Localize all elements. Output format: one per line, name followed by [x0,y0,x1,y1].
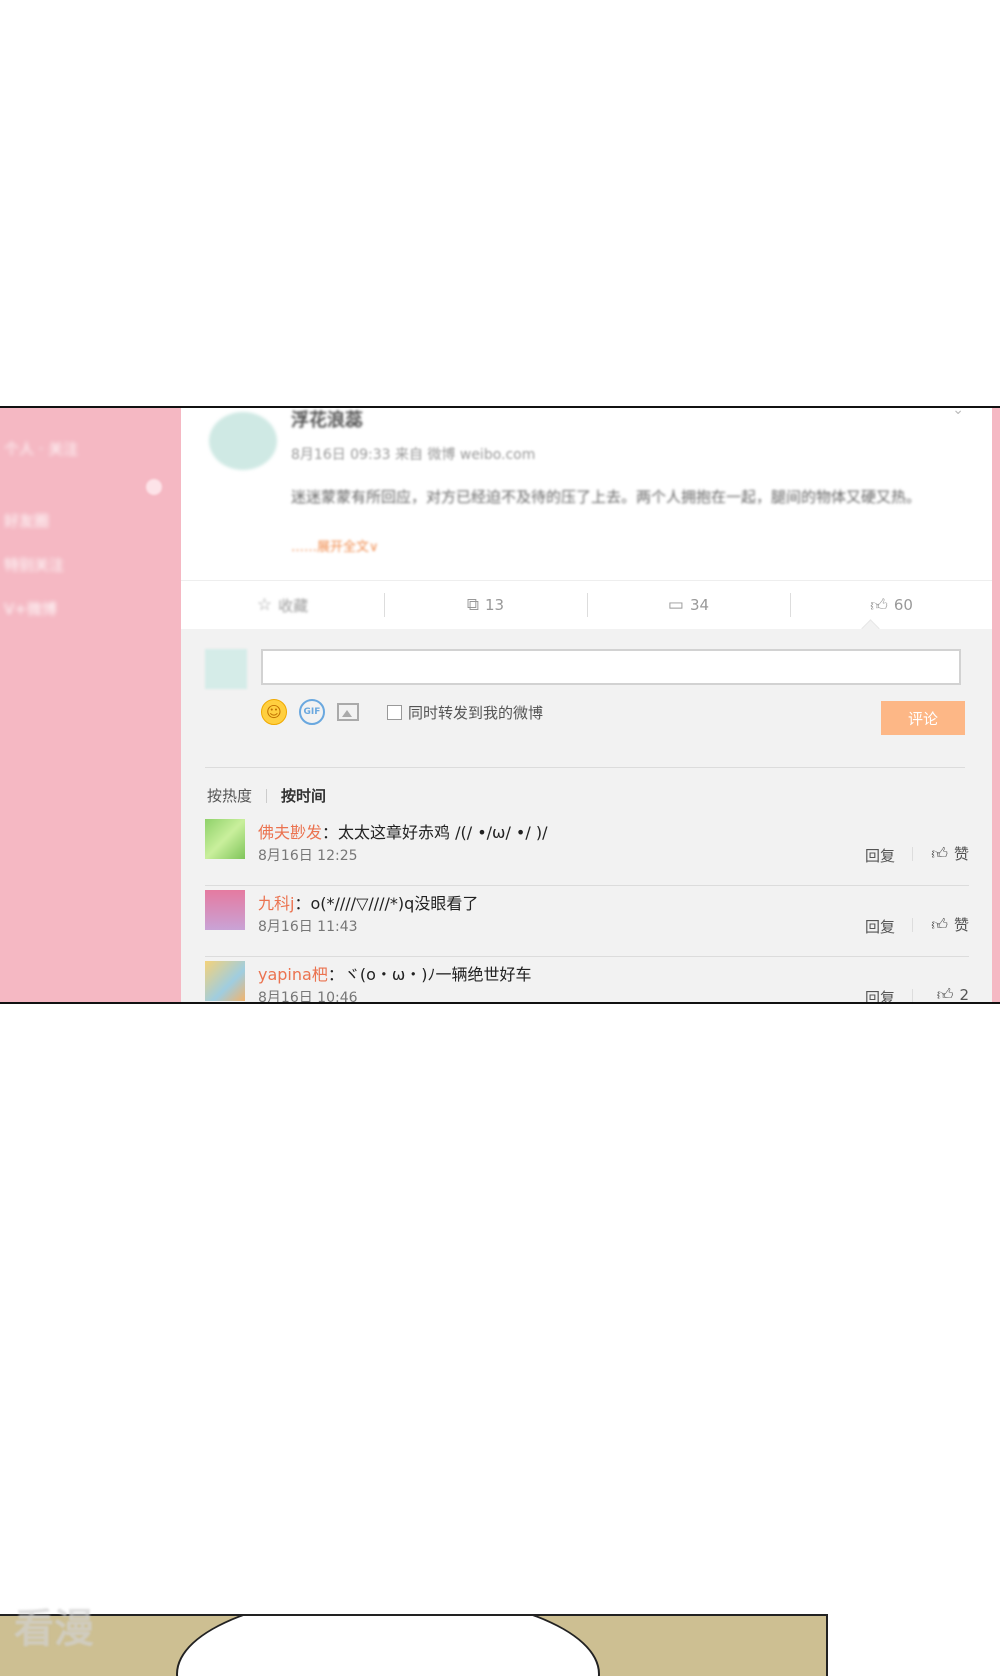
comment-item: yapina杷：ヾ(o・ω・)ﾉ一辆绝世好车 8月16日 10:46 回复 👍︎… [205,957,969,1004]
right-strip [992,408,1000,1002]
sidebar-dot [146,479,162,495]
author-avatar[interactable] [209,412,277,470]
like-label: 赞 [953,845,969,863]
thumbs-up-icon: 👍︎ [931,844,948,863]
comment-icon: ▭ [667,595,684,615]
sidebar-item-follow[interactable]: 个人 · 关注 [4,438,78,459]
composer-tools: ☺ GIF 同时转发到我的微博 [261,697,543,727]
avatar[interactable] [205,961,245,1001]
emoji-icon[interactable]: ☺ [261,699,287,725]
post-body: 迷迷蒙蒙有所回应，对方已经迫不及待的压了上去。两个人拥抱在一起，腿间的物体又硬又… [291,488,922,506]
speech-bubble [176,1616,600,1676]
expand-link[interactable]: ……展开全文∨ [291,536,379,555]
image-icon[interactable] [337,703,359,721]
post-meta: 8月16日 09:33 来自 微博 weibo.com [291,447,536,463]
like-comment-button[interactable]: 👍︎ 2 [936,985,969,1004]
like-label: 赞 [953,916,969,934]
divider [912,918,913,932]
like-comment-button[interactable]: 👍︎ 赞 [931,914,969,935]
like-count: 60 [893,596,913,614]
favorite-button[interactable]: ☆ 收藏 [181,581,384,629]
comment-body: 太太这章好赤鸡 /(/ •/ω/ •/ )/ [338,823,548,842]
avatar[interactable] [205,819,245,859]
weibo-screenshot-panel: 个人 · 关注 好友圈 特别关注 V+微博 浮花浪蕊 8月16日 09:33 来… [0,406,1000,1004]
reply-button[interactable]: 回复 [865,845,895,866]
thumbs-up-icon: 👍︎ [931,915,948,934]
star-icon: ☆ [256,595,273,615]
gif-icon[interactable]: GIF [299,699,325,725]
repost-button[interactable]: ⧉ 13 [384,581,587,629]
thumbs-up-icon: 👍︎ [936,985,954,1004]
divider [266,788,268,803]
weibo-post: 浮花浪蕊 8月16日 09:33 来自 微博 weibo.com 迷迷蒙蒙有所回… [181,408,992,580]
repost-count: 13 [485,596,505,614]
comment-body: o(*////▽////*)q没眼看了 [310,894,479,913]
sync-repost-label: 同时转发到我的微博 [408,703,544,722]
divider [912,989,913,1002]
comment-username[interactable]: 佛夫尠发 [258,823,322,842]
watermark: 看漫 [14,1606,94,1652]
sync-repost-checkbox[interactable] [387,704,402,720]
divider [205,767,965,768]
sort-tabs: 按热度 按时间 [207,785,326,806]
avatar [205,649,247,689]
comment-item: 佛夫尠发：太太这章好赤鸡 /(/ •/ω/ •/ )/ 8月16日 12:25 … [205,815,969,886]
comment-username[interactable]: yapina杷 [258,965,328,984]
comic-panel-bottom [0,1614,828,1676]
sort-by-hot-tab[interactable]: 按热度 [207,785,252,806]
reply-button[interactable]: 回复 [865,987,895,1002]
comment-count: 34 [689,596,710,614]
sidebar-item-special[interactable]: 特别关注 [4,554,64,575]
sidebar-item-friends[interactable]: 好友圈 [4,510,49,531]
comment-time: 8月16日 10:46 [258,990,358,1004]
comment-body: ヾ(o・ω・)ﾉ一辆绝世好车 [343,965,532,984]
submit-comment-button[interactable]: 评论 [881,701,965,735]
comment-item: 九科j：o(*////▽////*)q没眼看了 8月16日 11:43 回复 👍… [205,886,969,957]
colon: ： [327,965,344,984]
comment-text: 佛夫尠发：太太这章好赤鸡 /(/ •/ω/ •/ )/ [258,819,547,843]
sidebar-item-vplus[interactable]: V+微博 [4,598,57,619]
colon: ： [294,894,311,913]
like-count: 2 [959,986,969,1004]
comment-text: yapina杷：ヾ(o・ω・)ﾉ一辆绝世好车 [258,961,532,985]
divider [912,847,913,861]
sidebar: 个人 · 关注 好友圈 特别关注 V+微博 [0,408,181,1002]
comment-section: ☺ GIF 同时转发到我的微博 评论 按热度 按时间 佛夫尠发：太太这章好赤鸡 … [181,619,992,1004]
repost-icon: ⧉ [466,595,480,615]
avatar[interactable] [205,890,245,930]
comment-input[interactable] [261,649,961,685]
thumbs-up-icon: 👍︎ [870,595,888,616]
comment-username[interactable]: 九科j [258,894,294,913]
post-author[interactable]: 浮花浪蕊 [291,408,363,432]
like-comment-button[interactable]: 👍︎ 赞 [931,843,969,864]
comment-text: 九科j：o(*////▽////*)q没眼看了 [258,890,478,914]
reply-button[interactable]: 回复 [865,916,895,937]
comment-button[interactable]: ▭ 34 [587,581,790,629]
sort-by-time-tab[interactable]: 按时间 [281,785,326,806]
comment-time: 8月16日 11:43 [258,919,358,935]
colon: ： [322,823,339,842]
favorite-label: 收藏 [278,596,309,615]
chevron-down-icon[interactable]: ⌄ [952,408,964,418]
like-button[interactable]: 👍︎ 60 [790,581,993,629]
comment-time: 8月16日 12:25 [258,848,358,864]
